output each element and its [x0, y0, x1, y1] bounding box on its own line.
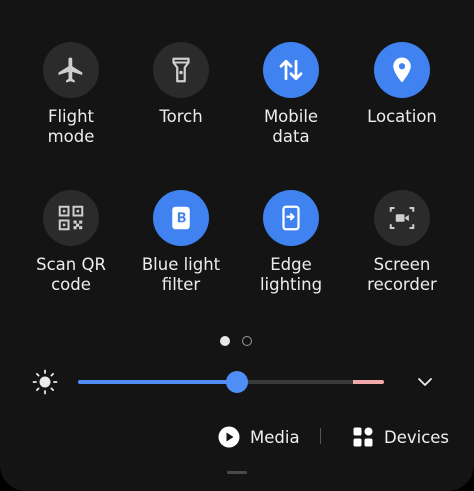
quick-settings-panel: Flight mode Torch Mobile data Location S… [0, 0, 474, 491]
mobile-data-icon [279, 59, 303, 81]
tile-blue-light-filter-button[interactable] [153, 190, 209, 246]
tile-torch-button[interactable] [153, 42, 209, 98]
tile-screen-recorder[interactable]: Screen recorder [347, 190, 457, 295]
devices-grid-icon [353, 427, 373, 447]
tile-flight-mode-button[interactable] [43, 42, 99, 98]
tile-scan-qr-button[interactable] [43, 190, 99, 246]
chevron-down-icon[interactable] [415, 372, 435, 392]
torch-icon [172, 57, 190, 83]
tile-mobile-data[interactable]: Mobile data [236, 42, 346, 147]
devices-button[interactable]: Devices [352, 424, 449, 450]
qr-code-icon [58, 205, 84, 231]
tile-label: Scan QR code [36, 255, 106, 294]
devices-button-label: Devices [384, 427, 450, 447]
panel-drag-handle[interactable] [227, 471, 247, 474]
tile-label: Blue light filter [141, 255, 221, 294]
edge-lighting-icon [282, 205, 300, 231]
tile-mobile-data-button[interactable] [263, 42, 319, 98]
tile-label: Torch [159, 107, 203, 126]
blue-light-filter-icon [172, 206, 190, 230]
brightness-slider-high-zone [353, 380, 384, 384]
tile-location-button[interactable] [374, 42, 430, 98]
tile-location[interactable]: Location [347, 42, 457, 127]
tile-label: Location [367, 107, 437, 126]
divider [320, 428, 321, 444]
tile-label: Flight mode [47, 107, 95, 146]
brightness-icon [32, 369, 58, 395]
page-dot-inactive[interactable] [242, 336, 252, 346]
brightness-slider-thumb[interactable] [226, 371, 249, 393]
tile-edge-lighting-button[interactable] [263, 190, 319, 246]
tile-flight-mode[interactable]: Flight mode [16, 42, 126, 147]
page-dot-active[interactable] [220, 336, 230, 346]
tile-blue-light-filter[interactable]: Blue light filter [126, 190, 236, 295]
tile-scan-qr[interactable]: Scan QR code [16, 190, 126, 295]
tile-label: Screen recorder [367, 255, 437, 294]
tile-label: Edge lighting [259, 255, 323, 294]
screen-recorder-icon [389, 207, 415, 229]
page-indicator [220, 336, 252, 346]
brightness-slider[interactable] [78, 371, 384, 393]
airplane-icon [58, 57, 83, 83]
tile-screen-recorder-button[interactable] [374, 190, 430, 246]
media-button-label: Media [250, 427, 300, 447]
brightness-slider-fill [78, 380, 238, 384]
play-icon [218, 426, 240, 448]
location-pin-icon [393, 57, 411, 83]
tile-torch[interactable]: Torch [126, 42, 236, 127]
media-button[interactable]: Media [218, 424, 300, 450]
tile-edge-lighting[interactable]: Edge lighting [236, 190, 346, 295]
tile-label: Mobile data [263, 107, 319, 146]
